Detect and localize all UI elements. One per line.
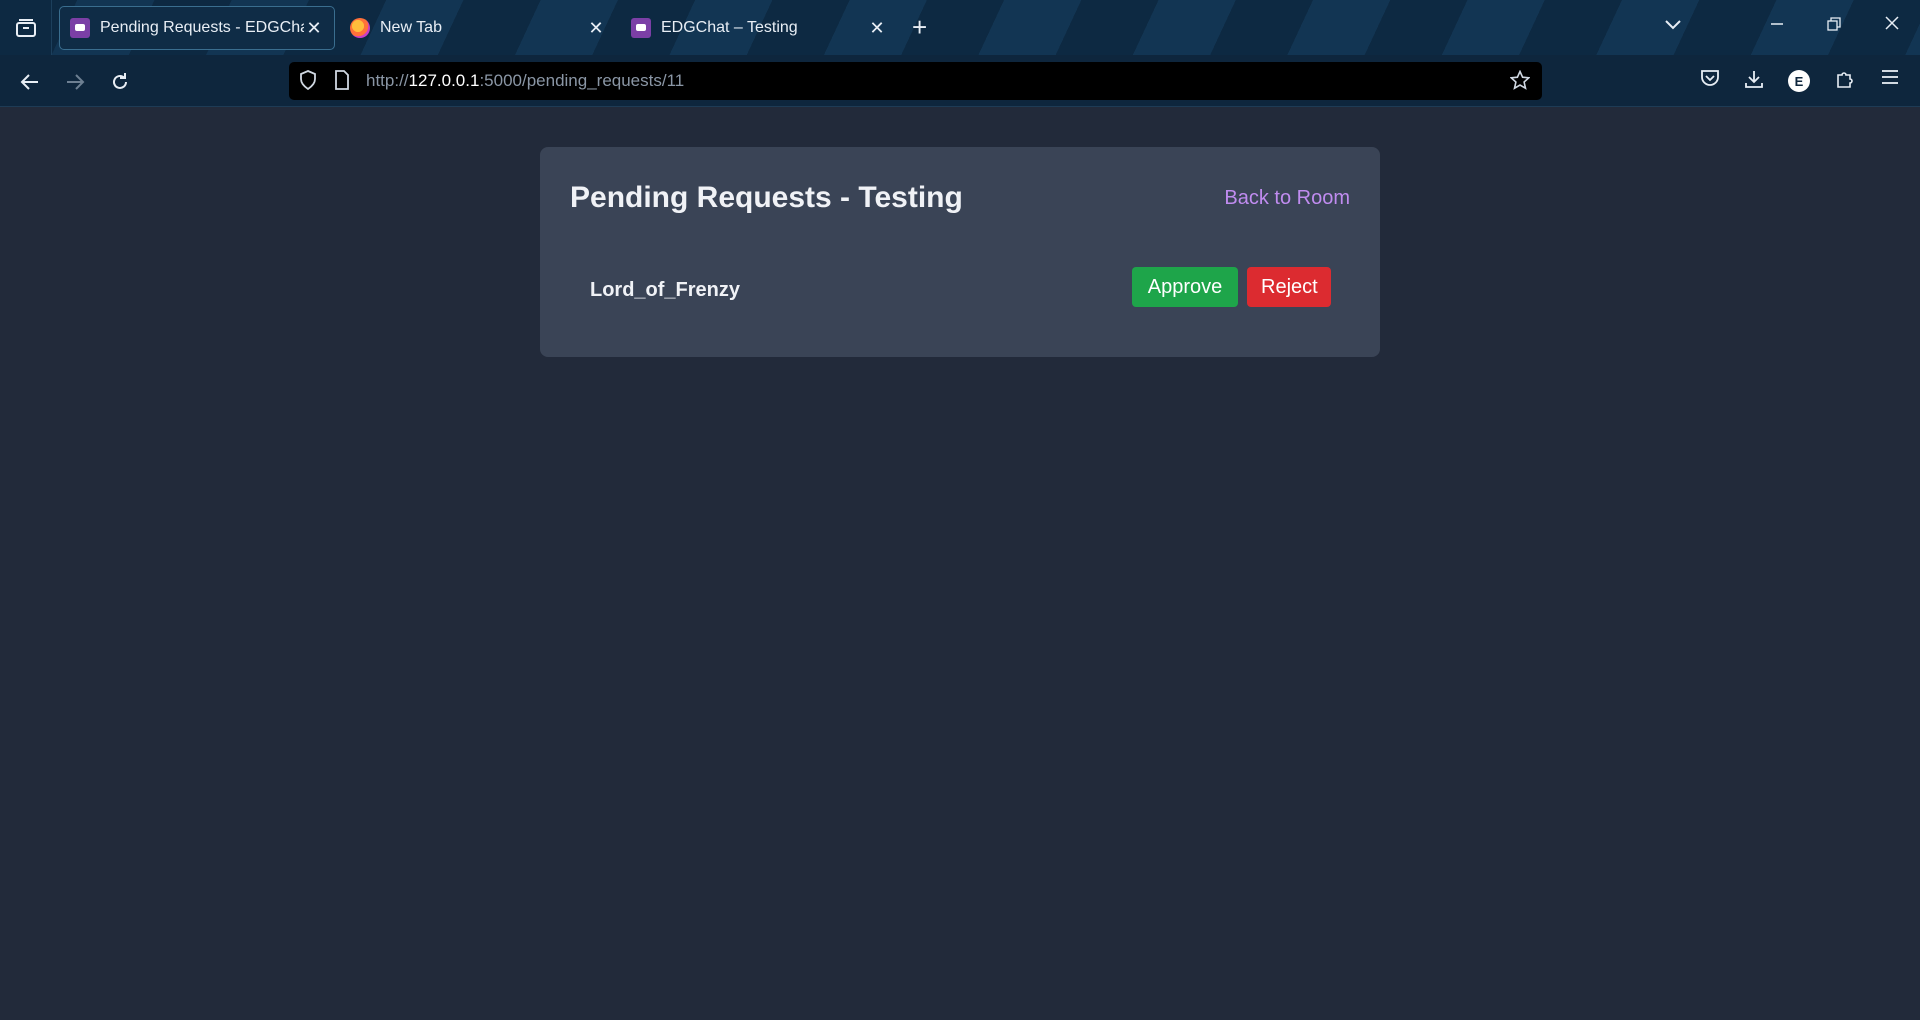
tab-edgchat-testing[interactable]: EDGChat – Testing ✕ — [621, 6, 897, 50]
forward-arrow-icon[interactable] — [60, 67, 90, 97]
reject-button[interactable]: Reject — [1247, 267, 1331, 307]
browser-tab-strip: Pending Requests - EDGChat ✕ New Tab ✕ E… — [0, 0, 1920, 55]
url-scheme: http:// — [366, 71, 409, 90]
back-to-room-link[interactable]: Back to Room — [1224, 187, 1350, 210]
back-arrow-icon[interactable] — [15, 67, 45, 97]
extensions-puzzle-icon[interactable] — [1833, 69, 1857, 94]
new-tab-plus-icon[interactable]: + — [912, 14, 927, 40]
pending-requests-card: Pending Requests - Testing Back to Room … — [540, 147, 1380, 357]
tab-title: EDGChat – Testing — [661, 19, 798, 36]
page-info-icon[interactable] — [334, 70, 350, 95]
url-text: http://127.0.0.1:5000/pending_requests/1… — [366, 71, 684, 91]
url-path: :5000/pending_requests/11 — [479, 71, 685, 90]
folder-tray-icon — [15, 18, 36, 37]
close-tab-icon[interactable]: ✕ — [867, 18, 887, 39]
hamburger-menu-icon[interactable] — [1878, 69, 1902, 90]
close-tab-icon[interactable]: ✕ — [304, 18, 324, 39]
url-host: 127.0.0.1 — [408, 71, 480, 90]
page-title: Pending Requests - Testing — [570, 181, 963, 214]
shield-icon[interactable] — [299, 70, 317, 95]
url-bar[interactable]: http://127.0.0.1:5000/pending_requests/1… — [289, 62, 1542, 100]
reload-icon[interactable] — [105, 67, 135, 97]
restore-window-icon[interactable] — [1827, 14, 1841, 37]
account-avatar[interactable]: E — [1788, 70, 1810, 92]
page-content: Pending Requests - Testing Back to Room … — [0, 107, 1920, 1020]
close-window-icon[interactable] — [1884, 14, 1900, 37]
edgchat-favicon-icon — [631, 18, 651, 38]
bookmark-star-icon[interactable] — [1509, 69, 1531, 95]
tab-pending-requests[interactable]: Pending Requests - EDGChat ✕ — [59, 6, 335, 50]
approve-button[interactable]: Approve — [1132, 267, 1238, 307]
pocket-icon[interactable] — [1698, 69, 1722, 92]
tab-new-tab[interactable]: New Tab ✕ — [340, 6, 616, 50]
tab-overview-button[interactable] — [0, 0, 52, 55]
request-username: Lord_of_Frenzy — [590, 279, 741, 301]
edgchat-favicon-icon — [70, 18, 90, 38]
navigation-toolbar: http://127.0.0.1:5000/pending_requests/1… — [0, 55, 1920, 107]
tab-title: New Tab — [380, 19, 442, 36]
list-all-tabs-chevron-icon[interactable] — [1664, 14, 1682, 37]
minimize-window-icon[interactable] — [1770, 14, 1784, 37]
tab-title: Pending Requests - EDGChat — [100, 19, 304, 36]
close-tab-icon[interactable]: ✕ — [586, 18, 606, 39]
downloads-icon[interactable] — [1742, 69, 1766, 94]
firefox-icon — [350, 18, 370, 38]
